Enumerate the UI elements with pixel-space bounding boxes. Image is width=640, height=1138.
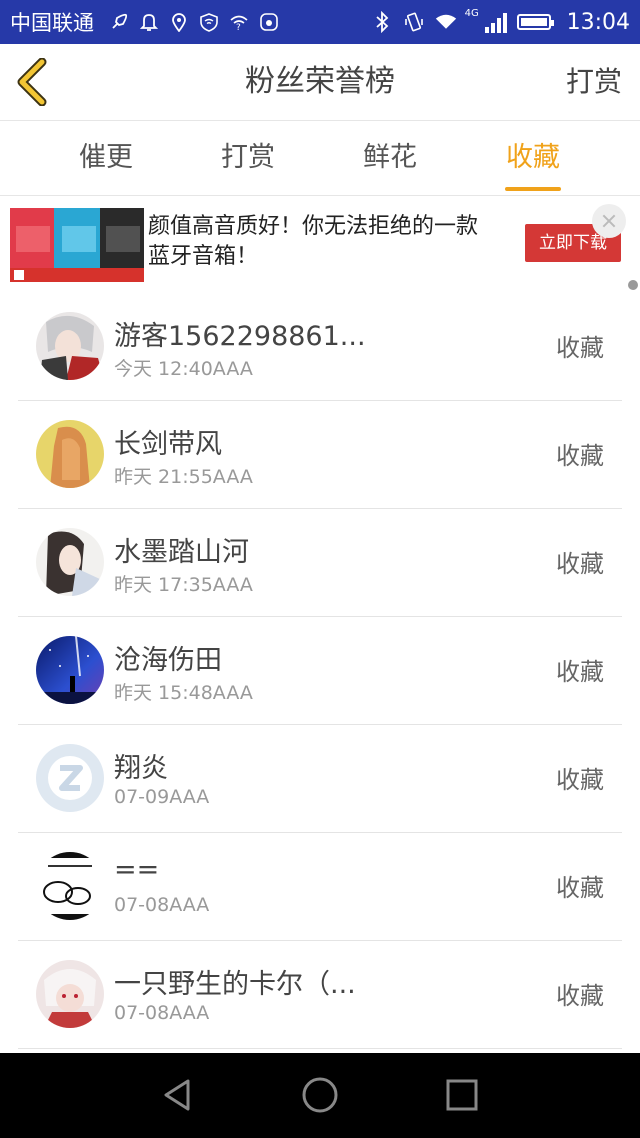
ad-text: 颜值高音质好！你无法拒绝的一款蓝牙音箱！ (148, 214, 479, 269)
app-header: 粉丝荣誉榜 打赏 (0, 44, 640, 121)
tab-reward[interactable]: 打赏 (198, 121, 298, 195)
avatar (36, 744, 104, 812)
wifi-icon (435, 11, 457, 33)
avatar (36, 960, 104, 1028)
list-item[interactable]: 长剑带风 昨天 21:55AAA 收藏 (18, 400, 622, 509)
carrier-label: 中国联通 (10, 11, 94, 35)
clock-label: 13:04 (566, 9, 630, 35)
fan-action: 收藏 (556, 874, 604, 902)
ad-close-icon[interactable] (592, 204, 626, 238)
list-item[interactable]: == 07-08AAA 收藏 (18, 832, 622, 941)
tab-flowers[interactable]: 鲜花 (340, 121, 440, 195)
fan-name: 一只野生的卡尔（... (114, 969, 356, 1000)
bell-icon (138, 11, 160, 33)
nav-recents-icon[interactable] (442, 1075, 482, 1115)
fan-action: 收藏 (556, 334, 604, 362)
list-item[interactable]: 一只野生的卡尔（... 07-08AAA 收藏 (18, 940, 622, 1049)
wifi-question-icon: ? (228, 11, 250, 33)
tab-urge[interactable]: 催更 (56, 121, 156, 195)
navigation-bar (0, 1053, 640, 1138)
fan-action: 收藏 (556, 550, 604, 578)
page-title: 粉丝荣誉榜 (245, 64, 395, 99)
ad-indicator-icon (628, 280, 638, 290)
svg-text:?: ? (236, 23, 241, 31)
list-item[interactable]: 沧海伤田 昨天 15:48AAA 收藏 (18, 616, 622, 725)
vibrate-icon (403, 11, 425, 33)
avatar (36, 312, 104, 380)
status-bar: 中国联通 ? 4G 13:04 (0, 0, 640, 44)
fan-time: 昨天 15:48AAA (114, 682, 253, 704)
fan-name: 水墨踏山河 (114, 537, 249, 568)
fan-time: 昨天 17:35AAA (114, 574, 253, 596)
ad-banner[interactable]: 颜值高音质好！你无法拒绝的一款蓝牙音箱！ 立即下载 (0, 196, 640, 292)
fan-time: 今天 12:40AAA (114, 358, 253, 380)
avatar (36, 636, 104, 704)
ad-image (10, 208, 144, 282)
network-type-label: 4G (464, 8, 479, 19)
fan-action: 收藏 (556, 442, 604, 470)
fan-time: 07-08AAA (114, 1002, 210, 1024)
tab-bar: 催更 打赏 鲜花 收藏 (0, 121, 640, 196)
nav-home-icon[interactable] (300, 1075, 340, 1115)
fan-time: 昨天 21:55AAA (114, 466, 253, 488)
fan-name: 长剑带风 (114, 429, 222, 460)
rocket-icon (108, 11, 130, 33)
list-item[interactable]: 水墨踏山河 昨天 17:35AAA 收藏 (18, 508, 622, 617)
fan-action: 收藏 (556, 766, 604, 794)
avatar (36, 528, 104, 596)
fan-action: 收藏 (556, 982, 604, 1010)
app-notification-icon (258, 11, 280, 33)
fan-time: 07-08AAA (114, 894, 210, 916)
fan-name: == (114, 854, 160, 885)
bluetooth-icon (371, 11, 393, 33)
avatar (36, 852, 104, 920)
list-item[interactable]: 游客1562298861... 今天 12:40AAA 收藏 (18, 292, 622, 401)
fan-time: 07-09AAA (114, 786, 210, 808)
list-item[interactable]: 翔炎 07-09AAA 收藏 (18, 724, 622, 833)
battery-icon (516, 14, 554, 30)
fan-name: 沧海伤田 (114, 645, 222, 676)
reward-button[interactable]: 打赏 (566, 44, 622, 120)
wifi-shield-icon (198, 11, 220, 33)
avatar (36, 420, 104, 488)
fan-action: 收藏 (556, 658, 604, 686)
fan-name: 翔炎 (114, 753, 168, 784)
signal-icon: 4G (464, 8, 507, 33)
nav-back-icon[interactable] (158, 1075, 198, 1115)
location-icon (168, 11, 190, 33)
fan-name: 游客1562298861... (114, 321, 366, 352)
tab-favorites[interactable]: 收藏 (483, 121, 583, 195)
